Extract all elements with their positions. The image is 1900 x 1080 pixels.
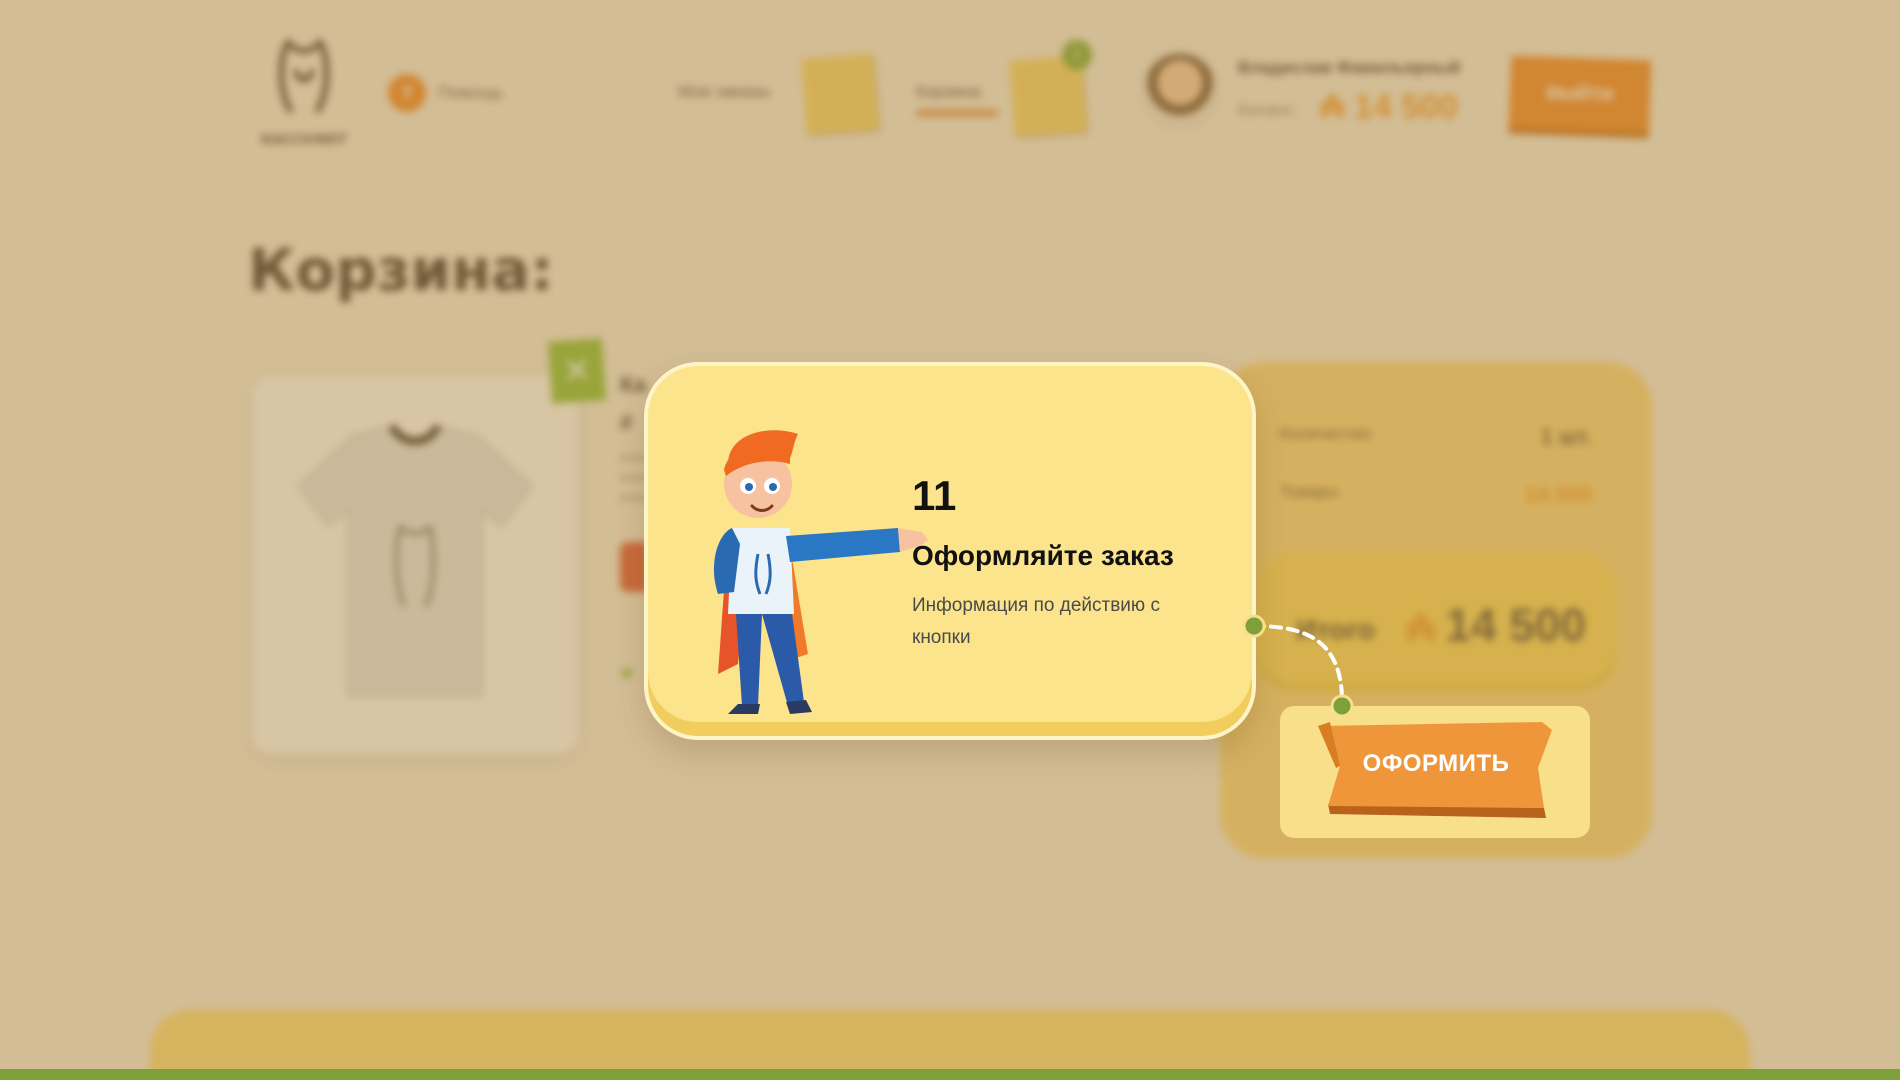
tooltip-connector bbox=[1242, 614, 1354, 718]
tooltip-description: Информация по действию с кнопки bbox=[912, 595, 1160, 648]
checkout-button[interactable]: ОФОРМИТЬ bbox=[1316, 720, 1556, 818]
tooltip-step-number: 11 bbox=[912, 472, 957, 519]
connector-start-dot bbox=[1242, 614, 1266, 638]
character-illustration bbox=[713, 430, 928, 714]
checkout-label: ОФОРМИТЬ bbox=[1362, 750, 1510, 777]
tooltip-title: Оформляйте заказ bbox=[912, 540, 1174, 571]
bottom-strip bbox=[0, 1069, 1900, 1080]
connector-end-dot bbox=[1330, 694, 1354, 718]
onboarding-tooltip: 11 Оформляйте заказ Информация по действ… bbox=[644, 362, 1256, 740]
